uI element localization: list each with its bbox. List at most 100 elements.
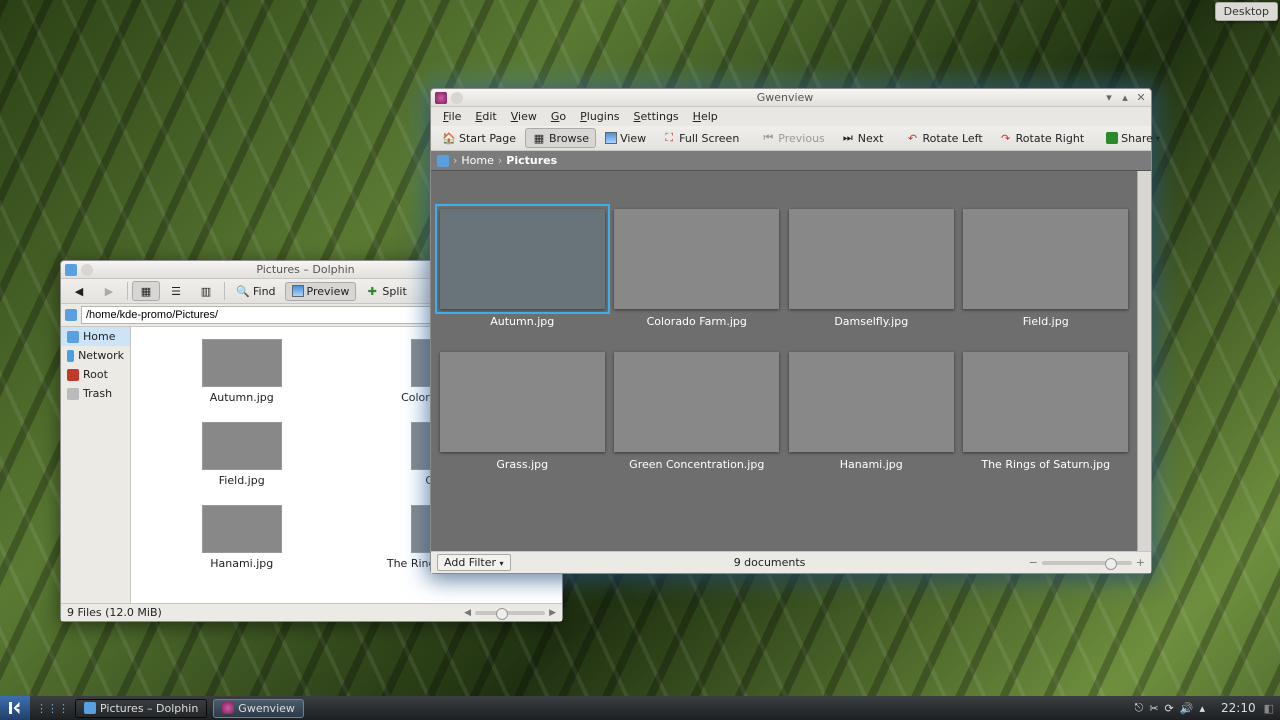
arrow-left-icon: ◀ [72,284,86,298]
thumbnail [614,209,779,309]
image-icon [605,132,617,144]
thumbnail-item[interactable]: Hanami.jpg [788,352,955,471]
breadcrumb-current[interactable]: Pictures [506,154,557,167]
zoom-slider[interactable] [475,611,545,615]
back-button[interactable]: ◀ [65,281,93,301]
desktop-toggle-button[interactable]: Desktop [1215,2,1278,21]
zoom-in-icon[interactable]: + [1136,556,1145,569]
menu-edit[interactable]: Edit [469,109,502,124]
menu-file[interactable]: File [437,109,467,124]
zoom-out-icon[interactable]: − [1029,556,1038,569]
dolphin-app-icon [65,264,77,276]
tray-updates-icon[interactable]: ⟳ [1165,702,1174,715]
system-tray: ⎋ ✂ ⟳ 🔊 ▴ [1127,701,1213,715]
drive-icon [437,155,449,167]
menu-settings[interactable]: Settings [628,109,685,124]
places-item-network[interactable]: Network [61,346,130,365]
minimize-icon[interactable]: ▾ [1103,92,1115,104]
gwenview-thumbnail-grid[interactable]: Autumn.jpg Colorado Farm.jpgDamselfly.jpg… [431,171,1137,551]
fullscreen-button[interactable]: ⛶Full Screen [655,128,746,148]
place-icon [67,350,74,362]
next-button[interactable]: ⏭Next [834,128,891,148]
find-button[interactable]: 🔍Find [229,281,283,301]
task-label: Pictures – Dolphin [100,702,198,715]
task-gwenview[interactable]: Gwenview [213,699,304,718]
menu-help[interactable]: Help [687,109,724,124]
thumbnail-item[interactable]: Grass.jpg [439,352,606,471]
zoom-out-icon[interactable]: ◀ [464,608,471,618]
task-dolphin[interactable]: Pictures – Dolphin [75,699,207,718]
vertical-scrollbar[interactable] [1137,171,1151,551]
previous-button[interactable]: ⏮Previous [754,128,832,148]
grid-icon: ▦ [139,284,153,298]
preview-button[interactable]: Preview [285,282,357,301]
forward-button[interactable]: ▶ [95,281,123,301]
status-text: 9 Files (12.0 MiB) [67,606,162,619]
prev-icon: ⏮ [761,131,775,145]
file-name: Field.jpg [963,315,1130,328]
browse-button[interactable]: ▦Browse [525,128,596,148]
menu-plugins[interactable]: Plugins [574,109,625,124]
thumbnail [440,352,605,452]
window-shade-icon[interactable] [81,264,93,276]
thumbnail-item[interactable]: Field.jpg [963,209,1130,328]
rotate-right-icon: ↷ [999,131,1013,145]
split-button[interactable]: ✚Split [358,281,413,301]
place-label: Network [78,349,124,362]
grid-icon: ▦ [532,131,546,145]
thumbnail-item[interactable]: The Rings of Saturn.jpg [963,352,1130,471]
icons-view-button[interactable]: ▦ [132,281,160,301]
kde-logo-icon [6,699,24,717]
thumbnail-item[interactable]: Damselfly.jpg [788,209,955,328]
rotate-right-button[interactable]: ↷Rotate Right [992,128,1091,148]
place-label: Home [83,330,115,343]
file-item[interactable]: Autumn.jpg [157,339,327,404]
window-shade-icon[interactable] [451,92,463,104]
application-launcher[interactable] [0,696,30,720]
tray-volume-icon[interactable]: 🔊 [1180,702,1194,715]
columns-icon: ▥ [199,284,213,298]
places-item-trash[interactable]: Trash [61,384,130,403]
thumbnail-item[interactable]: Colorado Farm.jpg [614,209,781,328]
add-filter-button[interactable]: Add Filter ▾ [437,554,511,571]
thumbnail-item[interactable]: Autumn.jpg [439,209,606,328]
thumbnail [614,352,779,452]
file-name: Autumn.jpg [439,315,606,328]
clock[interactable]: 22:10 [1213,701,1264,715]
zoom-in-icon[interactable]: ▶ [549,608,556,618]
menu-view[interactable]: View [505,109,543,124]
place-icon [67,388,79,400]
start-page-button[interactable]: 🏠Start Page [435,128,523,148]
thumbnail-item[interactable]: Green Concentration.jpg [614,352,781,471]
columns-view-button[interactable]: ▥ [192,281,220,301]
file-item[interactable]: Hanami.jpg [157,505,327,570]
close-icon[interactable]: ✕ [1135,92,1147,104]
show-desktop-icon[interactable]: ◧ [1264,702,1280,715]
file-name: Hanami.jpg [788,458,955,471]
view-button[interactable]: View [598,129,653,148]
file-item[interactable]: Field.jpg [157,422,327,487]
tray-usb-icon[interactable]: ⎋ [1135,701,1144,715]
tray-expand-icon[interactable]: ▴ [1199,702,1205,715]
share-button[interactable]: Share ▾ [1099,129,1167,148]
tray-clipboard-icon[interactable]: ✂ [1149,702,1158,715]
gwenview-titlebar[interactable]: Gwenview ▾ ▴ ✕ [431,89,1151,107]
thumbnail-size-slider[interactable]: .slider[data-name="thumbnail-size-slider… [1042,561,1132,565]
rotate-left-button[interactable]: ↶Rotate Left [898,128,989,148]
places-panel: Home Network RootTrash [61,327,131,603]
gwenview-toolbar: 🏠Start Page ▦Browse View ⛶Full Screen ⏮P… [431,126,1151,151]
places-item-home[interactable]: Home [61,327,130,346]
folder-icon[interactable] [65,309,77,321]
chevron-down-icon: ▾ [1156,134,1160,143]
places-item-root[interactable]: Root [61,365,130,384]
maximize-icon[interactable]: ▴ [1119,92,1131,104]
next-icon: ⏭ [841,131,855,145]
list-icon: ☰ [169,284,183,298]
breadcrumb-home[interactable]: Home [461,154,493,167]
breadcrumb-root[interactable] [437,155,449,167]
thumbnail [963,209,1128,309]
menu-go[interactable]: Go [545,109,572,124]
file-name: Green Concentration.jpg [614,458,781,471]
activity-icon[interactable]: ⋮⋮⋮ [36,702,69,715]
details-view-button[interactable]: ☰ [162,281,190,301]
